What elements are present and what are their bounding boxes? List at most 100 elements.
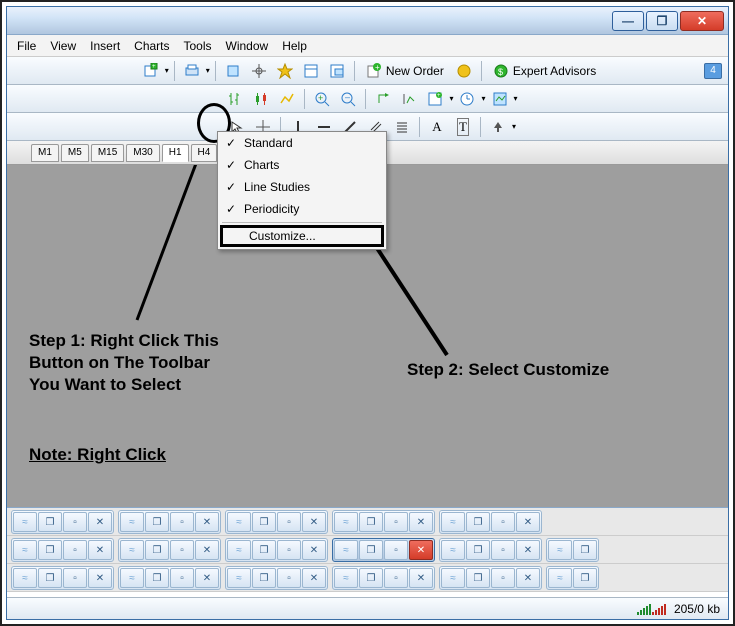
mdi-tab[interactable]: ≈ ❐ ▫ ✕: [118, 510, 221, 534]
timeframe-tab-m30[interactable]: M30: [126, 144, 159, 162]
crosshair-icon[interactable]: [247, 60, 271, 82]
new-chart-icon[interactable]: +: [139, 60, 163, 82]
mdi-tab[interactable]: ≈ ❐ ▫ ✕: [332, 566, 435, 590]
mdi-close-icon[interactable]: ✕: [88, 568, 112, 588]
mdi-restore-icon[interactable]: ▫: [170, 512, 194, 532]
indicators-icon[interactable]: +: [423, 88, 447, 110]
mdi-min-icon[interactable]: ❐: [38, 540, 62, 560]
menu-charts[interactable]: Charts: [134, 39, 169, 53]
mdi-min-icon[interactable]: ❐: [359, 540, 383, 560]
zoom-in-icon[interactable]: +: [310, 88, 334, 110]
print-icon[interactable]: [180, 60, 204, 82]
mdi-tab[interactable]: ≈ ❐ ▫ ✕: [439, 510, 542, 534]
mdi-tab[interactable]: ≈ ❐ ▫ ✕: [11, 538, 114, 562]
mdi-min-icon[interactable]: ❐: [145, 540, 169, 560]
mdi-tab[interactable]: ≈ ❐: [546, 538, 599, 562]
mdi-tab[interactable]: ≈ ❐ ▫ ✕: [118, 566, 221, 590]
mdi-min-icon[interactable]: ❐: [466, 568, 490, 588]
mdi-min-icon[interactable]: ❐: [38, 512, 62, 532]
mdi-close-icon[interactable]: ✕: [516, 540, 540, 560]
timeframe-tab-m1[interactable]: M1: [31, 144, 59, 162]
mdi-tab[interactable]: ≈ ❐ ▫ ✕: [11, 566, 114, 590]
mdi-min-icon[interactable]: ❐: [466, 512, 490, 532]
mdi-min-icon[interactable]: ❐: [38, 568, 62, 588]
mdi-close-icon[interactable]: ✕: [195, 540, 219, 560]
mdi-restore-icon[interactable]: ▫: [277, 540, 301, 560]
mdi-min-icon[interactable]: ❐: [145, 568, 169, 588]
mdi-restore-icon[interactable]: ▫: [63, 540, 87, 560]
ctx-item-customize[interactable]: Customize...: [220, 225, 384, 247]
mdi-close-icon[interactable]: ✕: [409, 540, 433, 560]
ctx-item-line-studies[interactable]: ✓ Line Studies: [218, 176, 386, 198]
mdi-close-icon[interactable]: ✕: [409, 512, 433, 532]
zoom-out-icon[interactable]: –: [336, 88, 360, 110]
mdi-tab[interactable]: ≈ ❐ ▫ ✕: [11, 510, 114, 534]
timeframe-tab-h4[interactable]: H4: [191, 144, 218, 162]
expert-advisors-button[interactable]: $ Expert Advisors: [487, 60, 602, 82]
mdi-restore-icon[interactable]: ▫: [63, 568, 87, 588]
mdi-min-icon[interactable]: ❐: [359, 512, 383, 532]
profiles-icon[interactable]: [221, 60, 245, 82]
chart-shift-icon[interactable]: [397, 88, 421, 110]
mdi-min-icon[interactable]: ❐: [359, 568, 383, 588]
mdi-tab[interactable]: ≈ ❐ ▫ ✕: [225, 538, 328, 562]
mdi-min-icon[interactable]: ❐: [252, 540, 276, 560]
menu-help[interactable]: Help: [282, 39, 307, 53]
mdi-close-icon[interactable]: ✕: [302, 568, 326, 588]
bar-chart-icon[interactable]: [223, 88, 247, 110]
text-label-icon[interactable]: T: [451, 116, 475, 138]
mdi-min-icon[interactable]: ❐: [252, 568, 276, 588]
notifications-badge[interactable]: 4: [704, 63, 722, 79]
navigator-icon[interactable]: [325, 60, 349, 82]
mdi-restore-icon[interactable]: ▫: [170, 540, 194, 560]
candlestick-icon[interactable]: [249, 88, 273, 110]
mdi-restore-icon[interactable]: ▫: [384, 568, 408, 588]
line-chart-icon[interactable]: [275, 88, 299, 110]
menu-file[interactable]: File: [17, 39, 36, 53]
mdi-min-icon[interactable]: ❐: [466, 540, 490, 560]
mdi-restore-icon[interactable]: ▫: [63, 512, 87, 532]
auto-scroll-icon[interactable]: [371, 88, 395, 110]
menu-insert[interactable]: Insert: [90, 39, 120, 53]
menu-tools[interactable]: Tools: [184, 39, 212, 53]
mdi-tab[interactable]: ≈ ❐: [546, 566, 599, 590]
mdi-min-icon[interactable]: ❐: [145, 512, 169, 532]
market-watch-icon[interactable]: [299, 60, 323, 82]
mdi-close-icon[interactable]: ✕: [516, 512, 540, 532]
mdi-close-icon[interactable]: ✕: [302, 512, 326, 532]
mdi-restore-icon[interactable]: ▫: [384, 540, 408, 560]
window-restore-button[interactable]: ❐: [646, 11, 678, 31]
mdi-tab-active[interactable]: ≈ ❐ ▫ ✕: [332, 538, 435, 562]
mdi-tab[interactable]: ≈ ❐ ▫ ✕: [332, 510, 435, 534]
timeframe-tab-m15[interactable]: M15: [91, 144, 124, 162]
ctx-item-charts[interactable]: ✓ Charts: [218, 154, 386, 176]
favorites-icon[interactable]: [273, 60, 297, 82]
new-order-button[interactable]: + New Order: [360, 60, 450, 82]
mdi-close-icon[interactable]: ✕: [195, 512, 219, 532]
mdi-tab[interactable]: ≈ ❐ ▫ ✕: [225, 566, 328, 590]
mdi-tab[interactable]: ≈ ❐ ▫ ✕: [439, 538, 542, 562]
mdi-close-icon[interactable]: ✕: [302, 540, 326, 560]
menu-window[interactable]: Window: [226, 39, 269, 53]
mdi-restore-icon[interactable]: ▫: [277, 568, 301, 588]
mdi-restore-icon[interactable]: ▫: [491, 512, 515, 532]
mdi-restore-icon[interactable]: ▫: [170, 568, 194, 588]
templates-icon[interactable]: [488, 88, 512, 110]
periodicity-icon[interactable]: [455, 88, 479, 110]
mdi-close-icon[interactable]: ✕: [409, 568, 433, 588]
mdi-restore-icon[interactable]: ▫: [384, 512, 408, 532]
ctx-item-periodicity[interactable]: ✓ Periodicity: [218, 198, 386, 220]
mdi-restore-icon[interactable]: ▫: [491, 568, 515, 588]
mdi-min-icon[interactable]: ❐: [252, 512, 276, 532]
mdi-close-icon[interactable]: ✕: [88, 540, 112, 560]
text-tool-icon[interactable]: A: [425, 116, 449, 138]
timeframe-tab-h1[interactable]: H1: [162, 144, 189, 162]
timeframe-tab-m5[interactable]: M5: [61, 144, 89, 162]
autotrading-icon[interactable]: [452, 60, 476, 82]
menu-view[interactable]: View: [50, 39, 76, 53]
mdi-restore-icon[interactable]: ▫: [277, 512, 301, 532]
ctx-item-standard[interactable]: ✓ Standard: [218, 132, 386, 154]
mdi-tab[interactable]: ≈ ❐ ▫ ✕: [225, 510, 328, 534]
mdi-tab[interactable]: ≈ ❐ ▫ ✕: [118, 538, 221, 562]
arrows-icon[interactable]: [486, 116, 510, 138]
